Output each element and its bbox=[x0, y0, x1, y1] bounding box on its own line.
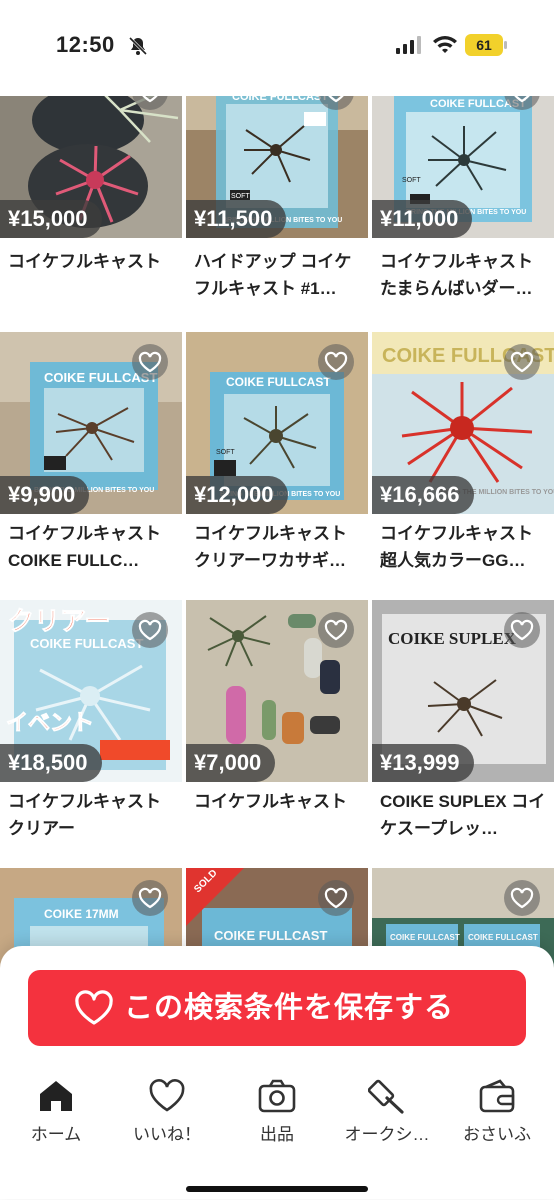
product-image: COIKE FULLCAST SOFT BRING THE MILLION BI… bbox=[186, 332, 368, 514]
favorite-heart-icon[interactable] bbox=[504, 612, 540, 648]
product-image: COIKE FULLCAST BRING THE MILLION BITES T… bbox=[0, 332, 182, 514]
product-title: コイケフルキャスト クリアー bbox=[8, 792, 161, 838]
price-tag: ¥7,000 bbox=[186, 744, 276, 782]
product-title: コイケフルキャスト たまらんばいダー… bbox=[380, 252, 533, 298]
heart-outline-icon bbox=[75, 990, 113, 1025]
product-image: COIKE FULLCAST SOFT BRING THE MILLION BI… bbox=[372, 96, 554, 238]
bottom-panel: この検索条件を保存する ホーム いいね！ 出品 オークシ… おさいふ bbox=[0, 946, 554, 1199]
favorite-heart-icon[interactable] bbox=[318, 612, 354, 648]
sold-badge: SOLD bbox=[186, 868, 244, 926]
favorite-heart-icon[interactable] bbox=[132, 612, 168, 648]
battery-level: 61 bbox=[476, 37, 492, 53]
box-label: COIKE FULLCAST bbox=[30, 636, 143, 651]
tab-home[interactable]: ホーム bbox=[6, 1074, 106, 1154]
tab-bar: ホーム いいね！ 出品 オークシ… おさいふ bbox=[0, 1074, 554, 1154]
silent-bell-icon bbox=[128, 36, 148, 56]
favorite-heart-icon[interactable] bbox=[132, 344, 168, 380]
price-tag: ¥16,666 bbox=[372, 476, 474, 514]
product-title: COIKE SUPLEX コイケスープレッ… bbox=[380, 792, 546, 838]
tab-label: オークシ… bbox=[344, 1125, 430, 1144]
wallet-icon bbox=[479, 1079, 515, 1113]
tab-auction[interactable]: オークシ… bbox=[337, 1074, 437, 1154]
price-tag: ¥12,000 bbox=[186, 476, 288, 514]
box-tag: SOFT bbox=[231, 193, 250, 200]
favorite-heart-icon[interactable] bbox=[504, 880, 540, 916]
tab-likes[interactable]: いいね！ bbox=[117, 1074, 217, 1154]
product-image: COIKE FULLCAST SOFT BRING THE MILLION BI… bbox=[186, 96, 368, 238]
price-tag: ¥13,999 bbox=[372, 744, 474, 782]
price-tag: ¥18,500 bbox=[0, 744, 102, 782]
product-title: コイケフルキャスト bbox=[8, 252, 161, 271]
product-title: ハイドアップ コイケフルキャスト #1… bbox=[194, 252, 352, 298]
price-tag: ¥15,000 bbox=[0, 200, 102, 238]
status-bar: 12:50 61 bbox=[0, 0, 554, 96]
clock: 12:50 bbox=[56, 32, 115, 57]
product-image: ¥15,000 bbox=[0, 96, 182, 238]
tab-wallet[interactable]: おさいふ bbox=[447, 1074, 547, 1154]
product-title: コイケフルキャスト クリアーワカサギ… bbox=[194, 524, 347, 570]
tab-label: いいね！ bbox=[133, 1125, 201, 1144]
box-label: COIKE 17MM bbox=[44, 907, 119, 921]
tab-sell[interactable]: 出品 bbox=[227, 1074, 327, 1154]
product-image: COIKE FULLCAST BRING THE MILLION BITES T… bbox=[372, 332, 554, 514]
tab-label: ホーム bbox=[30, 1125, 82, 1144]
price-tag: ¥11,000 bbox=[372, 200, 473, 238]
save-search-button[interactable]: この検索条件を保存する bbox=[28, 970, 526, 1046]
product-title: コイケフルキャスト COIKE FULLC… bbox=[8, 524, 161, 570]
product-title: コイケフルキャスト 超人気カラーGG… bbox=[380, 524, 533, 570]
product-image: COIKE SUPLEX ¥13,999 bbox=[372, 600, 554, 782]
box-label: クリアー bbox=[8, 607, 110, 637]
home-icon bbox=[40, 1081, 72, 1111]
box-label: COIKE FULLCAST bbox=[214, 928, 327, 943]
cellular-signal-icon bbox=[396, 36, 421, 54]
tab-label: おさいふ bbox=[463, 1125, 531, 1144]
price-tag: ¥11,500 bbox=[186, 200, 287, 238]
favorite-heart-icon[interactable] bbox=[318, 344, 354, 380]
product-image: クリアー COIKE FULLCAST イベント ¥18,500 bbox=[0, 600, 182, 782]
box-tag: SOFT bbox=[402, 177, 421, 184]
auction-hammer-icon bbox=[368, 1079, 404, 1114]
box-label: COIKE FULLCAST bbox=[390, 933, 460, 942]
wifi-icon bbox=[433, 36, 457, 53]
favorite-heart-icon[interactable] bbox=[504, 344, 540, 380]
tab-label: 出品 bbox=[260, 1125, 294, 1144]
heart-icon bbox=[149, 1079, 185, 1112]
box-tag: SOFT bbox=[216, 449, 235, 456]
favorite-heart-icon[interactable] bbox=[318, 880, 354, 916]
favorite-heart-icon[interactable] bbox=[132, 880, 168, 916]
box-label: COIKE FULLCAST bbox=[226, 375, 331, 389]
price-tag: ¥9,900 bbox=[0, 476, 90, 514]
product-image: ¥7,000 bbox=[186, 600, 368, 782]
home-indicator bbox=[186, 1186, 368, 1192]
camera-icon bbox=[258, 1079, 296, 1113]
product-title: コイケフルキャスト bbox=[194, 792, 347, 811]
save-search-label: この検索条件を保存する bbox=[124, 992, 455, 1024]
box-label: COIKE FULLCAST bbox=[232, 96, 328, 103]
box-label: COIKE FULLCAST bbox=[468, 933, 538, 942]
sold-label: SOLD bbox=[192, 868, 220, 896]
box-label: イベント bbox=[6, 711, 94, 736]
box-label: COIKE SUPLEX bbox=[388, 629, 517, 648]
battery-indicator: 61 bbox=[465, 34, 507, 56]
